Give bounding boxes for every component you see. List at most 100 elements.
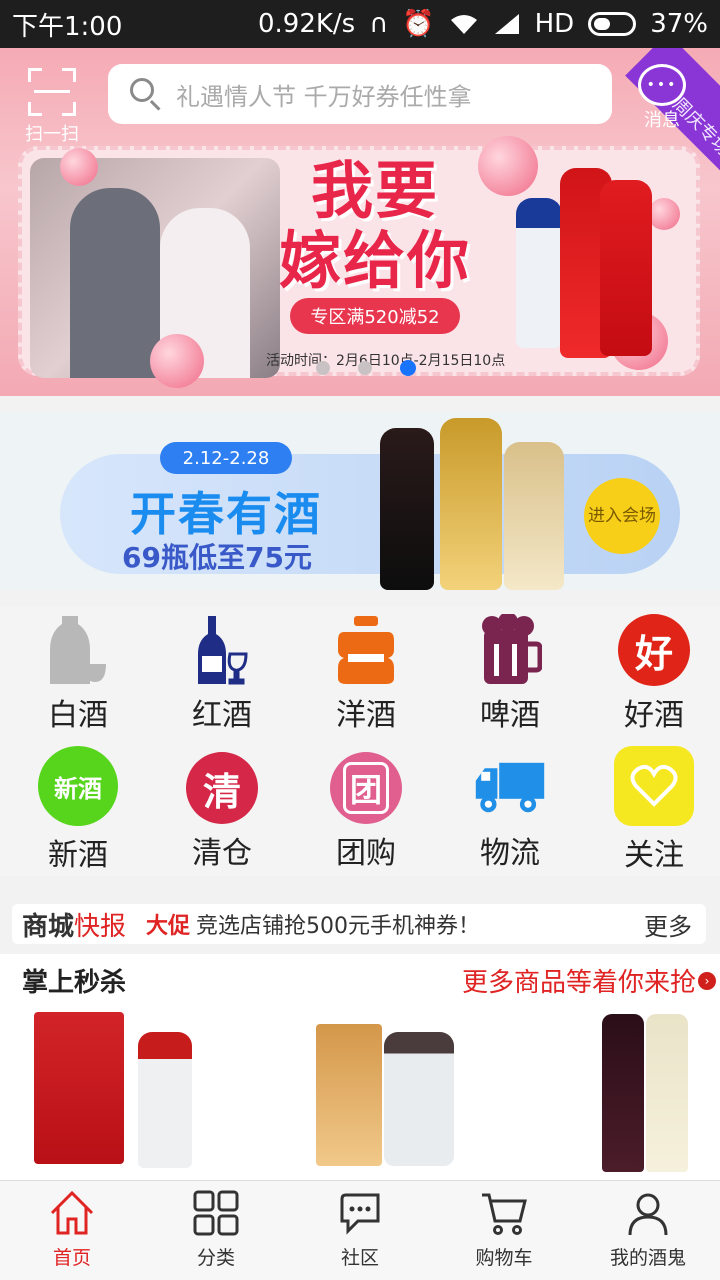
- news-title: 商城: [22, 911, 75, 942]
- status-bar: 下午1:00 0.92K/s ∩ ⏰ HD 37%: [0, 0, 720, 48]
- battery-icon: [588, 12, 637, 36]
- category-liquor[interactable]: 洋酒: [294, 614, 438, 734]
- chat-icon: [336, 1189, 384, 1237]
- message-button[interactable]: ••• 消息: [630, 64, 694, 132]
- category-label: 新酒: [48, 838, 108, 873]
- tab-label: 社区: [340, 1247, 379, 1269]
- alarm-icon: ⏰: [402, 9, 435, 39]
- carousel-dot[interactable]: [316, 361, 330, 375]
- good-icon: 好: [618, 614, 690, 686]
- banner-title: 我要 嫁给你: [278, 154, 471, 297]
- tab-category[interactable]: 分类: [144, 1181, 288, 1280]
- category-label: 关注: [624, 838, 684, 873]
- message-label: 消息: [644, 110, 680, 131]
- product-card[interactable]: [30, 1004, 230, 1174]
- tab-home[interactable]: 首页: [0, 1181, 144, 1280]
- category-label: 清仓: [192, 836, 252, 871]
- cart-icon: [480, 1189, 528, 1237]
- news-tag: 大促: [146, 914, 191, 939]
- scan-icon: [28, 68, 76, 116]
- bottom-tab-bar: 首页 分类 社区 购物车 我的酒鬼: [0, 1180, 720, 1280]
- liquor-icon: [330, 614, 402, 686]
- tab-label: 首页: [52, 1247, 91, 1269]
- liquor-bottle-image: [600, 180, 652, 356]
- wine-icon: [186, 614, 258, 686]
- scan-label: 扫一扫: [25, 124, 79, 145]
- wifi-icon: [450, 15, 477, 34]
- carousel-indicator: [316, 360, 416, 376]
- category-baijiu[interactable]: 白酒: [6, 614, 150, 734]
- search-bar[interactable]: 礼遇情人节 千万好券任性拿: [108, 64, 612, 124]
- news-text[interactable]: 竞选店铺抢500元手机神券！: [196, 908, 480, 940]
- search-placeholder: 礼遇情人节 千万好券任性拿: [176, 82, 472, 111]
- clearance-icon: 清: [186, 752, 258, 824]
- promo-subtitle: 69瓶低至75元: [122, 541, 312, 574]
- carousel-dot-active[interactable]: [400, 360, 416, 376]
- category-label: 红酒: [192, 698, 252, 733]
- network-speed: 0.92K/s: [257, 9, 356, 39]
- beer-icon: [474, 614, 546, 686]
- banner-offer: 专区满520减52: [290, 298, 460, 334]
- home-icon: [48, 1189, 96, 1237]
- category-group-buy[interactable]: 团 团购: [294, 746, 438, 872]
- signal-icon: [494, 14, 519, 34]
- message-icon: •••: [638, 64, 686, 106]
- enter-venue-button[interactable]: 进入会场: [584, 478, 660, 554]
- category-wine[interactable]: 红酒: [150, 614, 294, 734]
- category-label: 物流: [480, 836, 540, 871]
- promo-bottle-image: [504, 442, 564, 590]
- product-image: [384, 1032, 454, 1166]
- grid-icon: [192, 1189, 240, 1237]
- search-icon: [130, 78, 162, 111]
- tab-profile[interactable]: 我的酒鬼: [576, 1181, 720, 1280]
- heart-decoration: [150, 334, 204, 388]
- product-image: [34, 1012, 124, 1164]
- carousel-dot[interactable]: [358, 361, 372, 375]
- tab-label: 我的酒鬼: [609, 1247, 686, 1269]
- tab-community[interactable]: 社区: [288, 1181, 432, 1280]
- tab-cart[interactable]: 购物车: [432, 1181, 576, 1280]
- tab-label: 购物车: [475, 1247, 533, 1269]
- scan-button[interactable]: 扫一扫: [16, 68, 88, 145]
- news-ticker[interactable]: 商城 快报 大促 竞选店铺抢500元手机神券！ 更多: [12, 904, 706, 944]
- battery-level: 37%: [650, 9, 708, 39]
- news-title-highlight: 快报: [74, 911, 127, 942]
- category-grid: 白酒 红酒 洋酒 啤酒 好 好酒 新酒 新酒 清 清仓 团 团购 物流 关注: [0, 606, 720, 876]
- heart-decoration: [648, 198, 680, 230]
- network-type: HD: [534, 9, 575, 39]
- heart-decoration: [60, 148, 98, 186]
- category-good[interactable]: 好 好酒: [582, 614, 720, 734]
- category-new[interactable]: 新酒 新酒: [6, 746, 150, 874]
- news-more-link[interactable]: 更多: [644, 907, 692, 942]
- product-image: [316, 1024, 382, 1166]
- product-card[interactable]: [312, 1004, 512, 1174]
- new-icon: 新酒: [38, 746, 118, 826]
- liquor-bottle-image: [516, 198, 562, 348]
- promo-bottle-image: [380, 428, 434, 590]
- product-image: [138, 1032, 192, 1168]
- tab-label: 分类: [196, 1247, 235, 1269]
- flash-sale-section: 掌上秒杀 更多商品等着你来抢 ›: [0, 954, 720, 1180]
- status-time: 下午1:00: [12, 11, 123, 42]
- category-beer[interactable]: 啤酒: [438, 614, 582, 734]
- promo-title: 开春有酒: [130, 487, 322, 541]
- product-image: [646, 1014, 688, 1172]
- heart-decoration: [478, 136, 538, 196]
- truck-icon: [474, 752, 546, 824]
- category-follow[interactable]: 关注: [582, 746, 720, 874]
- category-label: 啤酒: [480, 698, 540, 733]
- category-logistics[interactable]: 物流: [438, 746, 582, 872]
- chevron-right-icon: ›: [698, 971, 716, 990]
- category-label: 团购: [336, 836, 396, 871]
- category-clearance[interactable]: 清 清仓: [150, 746, 294, 872]
- baijiu-icon: [42, 614, 114, 686]
- category-label: 洋酒: [336, 698, 396, 733]
- group-buy-icon: 团: [330, 752, 402, 824]
- heart-icon: [614, 746, 694, 826]
- product-card[interactable]: [594, 1004, 704, 1174]
- flash-sale-title: 掌上秒杀: [22, 968, 127, 998]
- promo-date: 2.12-2.28: [160, 442, 292, 474]
- promo-banner[interactable]: 2.12-2.28 开春有酒 69瓶低至75元 进入会场: [0, 412, 720, 590]
- category-label: 好酒: [624, 698, 684, 733]
- flash-sale-more-link[interactable]: 更多商品等着你来抢 ›: [462, 962, 716, 999]
